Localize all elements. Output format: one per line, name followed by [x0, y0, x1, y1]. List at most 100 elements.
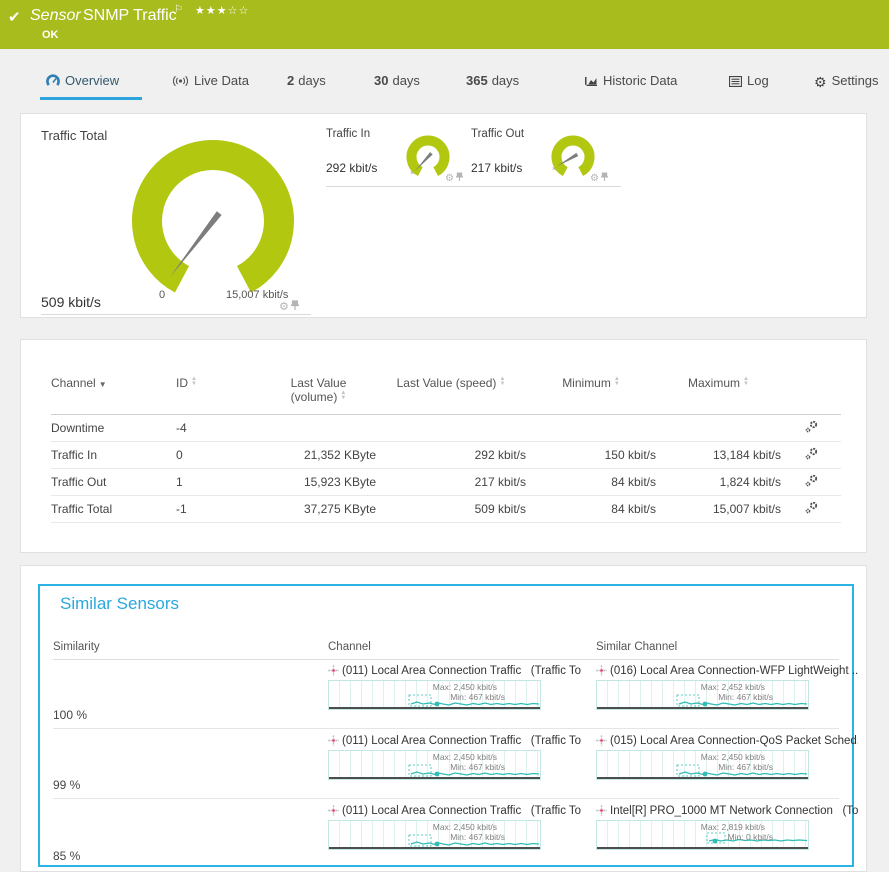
gauge-icon: [46, 74, 60, 90]
minigraph-min: Min: 467 kbit/s: [329, 762, 505, 772]
cell-minimum: 84 kbit/s: [526, 496, 656, 523]
gear-icon[interactable]: ⚙: [279, 301, 289, 313]
move-icon[interactable]: [596, 665, 607, 676]
table-row: Traffic In 0 21,352 KByte 292 kbit/s 150…: [51, 442, 841, 469]
gear-icon: ⚙: [814, 74, 827, 91]
cell-volume: [261, 415, 376, 442]
tab-live-data[interactable]: Live Data: [172, 73, 249, 90]
cell-maximum: 13,184 kbit/s: [656, 442, 781, 469]
table-row: Downtime -4: [51, 415, 841, 442]
tab-30-days[interactable]: 30days: [374, 73, 420, 88]
cell-maximum: 1,824 kbit/s: [656, 469, 781, 496]
flag-icon: ⚐: [174, 4, 183, 15]
cell-id: -4: [176, 415, 261, 442]
col-id[interactable]: ID▲▼: [176, 370, 261, 415]
cell-minimum: 150 kbit/s: [526, 442, 656, 469]
channel-minigraph: Max: 2,450 kbit/s Min: 467 kbit/s: [328, 820, 541, 850]
col-last-value-volume[interactable]: Last Value(volume)▲▼: [261, 370, 376, 415]
channel-minigraph: Max: 2,450 kbit/s Min: 467 kbit/s: [328, 680, 541, 710]
similarity-value: 100 %: [53, 708, 87, 722]
tab-historic-data[interactable]: Historic Data: [584, 73, 677, 90]
similar-sensor-row: 99 % (011) Local Area Connection Traffic…: [53, 729, 839, 799]
pin-icon[interactable]: [291, 300, 299, 311]
table-row: Traffic Total -1 37,275 KByte 509 kbit/s…: [51, 496, 841, 523]
historic-chart-icon: [584, 75, 598, 90]
edit-channel-gears-icon[interactable]: [805, 420, 818, 433]
cell-minimum: [526, 415, 656, 442]
gauge-out-actions[interactable]: ⚙: [590, 172, 608, 184]
sort-icon: ▲▼: [499, 377, 505, 387]
gauge-in-actions[interactable]: ⚙: [445, 172, 463, 184]
channel-link[interactable]: (011) Local Area Connection Traffic (Tra…: [328, 735, 594, 747]
similar-channel-link[interactable]: (015) Local Area Connection-QoS Packet S…: [596, 735, 858, 747]
gauge-out-value: 217 kbit/s: [471, 161, 522, 175]
similar-sensor-row: 100 % (011) Local Area Connection Traffi…: [53, 659, 839, 729]
col-minimum[interactable]: Minimum▲▼: [526, 370, 656, 415]
move-icon[interactable]: [596, 805, 607, 816]
edit-channel-gears-icon[interactable]: [805, 447, 818, 460]
cell-id: -1: [176, 496, 261, 523]
cell-volume: 37,275 KByte: [261, 496, 376, 523]
move-icon[interactable]: [596, 735, 607, 746]
cell-maximum: 15,007 kbit/s: [656, 496, 781, 523]
col-maximum[interactable]: Maximum▲▼: [656, 370, 781, 415]
sort-desc-icon: ▼: [99, 380, 107, 389]
table-header-row: Channel▼ ID▲▼ Last Value(volume)▲▼ Last …: [51, 370, 841, 415]
col-channel[interactable]: Channel▼: [51, 370, 176, 415]
status-badge: OK: [42, 29, 59, 41]
edit-channel-gears-icon[interactable]: [805, 501, 818, 514]
minigraph-min: Min: 467 kbit/s: [329, 692, 505, 702]
cell-volume: 15,923 KByte: [261, 469, 376, 496]
minigraph-max: Max: 2,450 kbit/s: [597, 752, 765, 762]
cell-id: 0: [176, 442, 261, 469]
move-icon[interactable]: [328, 665, 339, 676]
priority-stars[interactable]: ★★★☆☆: [195, 4, 249, 17]
pin-icon[interactable]: [601, 172, 608, 182]
similar-sensor-row: 85 % (011) Local Area Connection Traffic…: [53, 799, 839, 869]
tab-2-days[interactable]: 2days: [287, 73, 326, 88]
similar-channel-minigraph: Max: 2,452 kbit/s Min: 467 kbit/s: [596, 680, 809, 710]
table-row: Traffic Out 1 15,923 KByte 217 kbit/s 84…: [51, 469, 841, 496]
channel-table: Channel▼ ID▲▼ Last Value(volume)▲▼ Last …: [51, 370, 841, 523]
similar-channel-link[interactable]: (016) Local Area Connection-WFP LightWei…: [596, 665, 858, 677]
similarity-value: 85 %: [53, 849, 80, 863]
gear-icon[interactable]: ⚙: [445, 173, 454, 184]
move-icon[interactable]: [328, 735, 339, 746]
tab-overview[interactable]: Overview: [46, 73, 119, 90]
sort-icon: ▲▼: [614, 377, 620, 387]
tab-365-days[interactable]: 365days: [466, 73, 519, 88]
sort-icon: ▲▼: [191, 377, 197, 387]
tab-log[interactable]: Log: [729, 73, 769, 90]
cell-volume: 21,352 KByte: [261, 442, 376, 469]
cell-channel: Traffic In: [51, 442, 176, 469]
divider: [41, 314, 311, 315]
edit-channel-gears-icon[interactable]: [805, 474, 818, 487]
tab-settings[interactable]: ⚙Settings: [814, 73, 879, 91]
cell-speed: 217 kbit/s: [376, 469, 526, 496]
divider: [326, 186, 476, 187]
gauge-total-label: Traffic Total: [41, 128, 107, 143]
gear-icon[interactable]: ⚙: [590, 173, 599, 184]
gauge-scale-min: 0: [159, 289, 165, 301]
cell-channel: Traffic Total: [51, 496, 176, 523]
channel-link[interactable]: (011) Local Area Connection Traffic (Tra…: [328, 805, 594, 817]
gauge-total-value: 509 kbit/s: [41, 294, 101, 310]
gauge-total-actions[interactable]: ⚙: [279, 300, 299, 313]
minigraph-max: Max: 2,450 kbit/s: [329, 752, 497, 762]
minigraph-min: Min: 0 kbit/s: [597, 832, 773, 842]
cell-minimum: 84 kbit/s: [526, 469, 656, 496]
similar-channel-minigraph: Max: 2,819 kbit/s Min: 0 kbit/s: [596, 820, 809, 850]
cell-channel: Traffic Out: [51, 469, 176, 496]
move-icon[interactable]: [328, 805, 339, 816]
svg-text:×: ×: [552, 166, 556, 173]
gauge-out-label: Traffic Out: [471, 128, 524, 140]
pin-icon[interactable]: [456, 172, 463, 182]
similar-channel-link[interactable]: Intel[R] PRO_1000 MT Network Connection …: [596, 805, 858, 817]
sensor-type-label: Sensor: [30, 7, 81, 25]
col-last-value-speed[interactable]: Last Value (speed)▲▼: [376, 370, 526, 415]
minigraph-max: Max: 2,450 kbit/s: [329, 682, 497, 692]
similar-sensors-box: Similar Sensors Similarity Channel Simil…: [38, 584, 854, 867]
log-icon: [729, 75, 742, 90]
channel-link[interactable]: (011) Local Area Connection Traffic (Tra…: [328, 665, 594, 677]
divider: [471, 186, 621, 187]
